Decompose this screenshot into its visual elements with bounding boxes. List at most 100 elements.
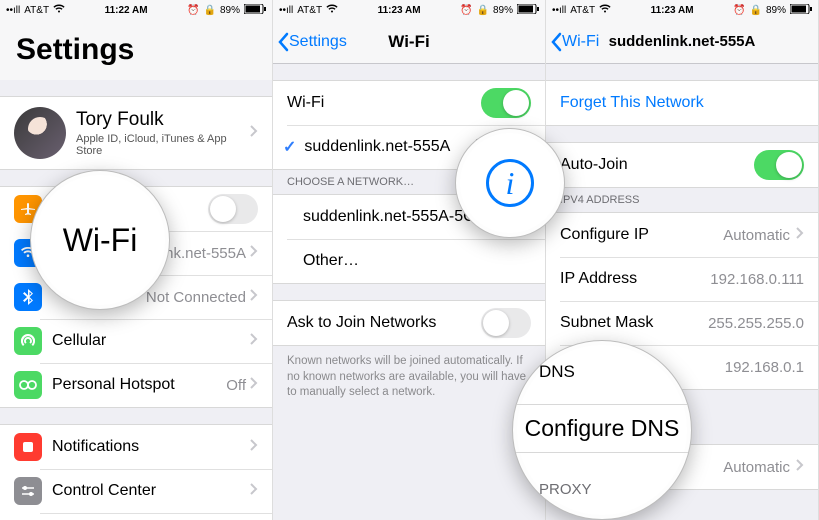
subnet-row: Subnet Mask 255.255.255.0 xyxy=(546,301,818,345)
chevron-right-icon xyxy=(796,458,804,476)
back-button[interactable]: Wi-Fi xyxy=(546,32,599,52)
ip-value: 192.168.0.111 xyxy=(710,271,804,288)
configure-dns-value: Automatic xyxy=(723,459,790,476)
subnet-value: 255.255.255.0 xyxy=(708,315,804,332)
lock-orientation-icon: 🔒 xyxy=(477,5,489,16)
status-bar: ••ıll AT&T 11:23 AM ⏰ 🔒 89% xyxy=(273,0,545,20)
apple-id-row[interactable]: Tory Foulk Apple ID, iCloud, iTunes & Ap… xyxy=(0,97,272,169)
wifi-toggle[interactable] xyxy=(481,88,531,118)
autojoin-row[interactable]: Auto-Join xyxy=(546,143,818,187)
nav-header: Settings Wi-Fi xyxy=(273,20,545,64)
cellular-icon xyxy=(14,327,42,355)
hotspot-value: Off xyxy=(226,377,246,394)
battery-icon xyxy=(244,4,266,17)
chevron-right-icon xyxy=(250,482,258,500)
autojoin-toggle[interactable] xyxy=(754,150,804,180)
magnifier-info: i xyxy=(455,128,565,238)
bluetooth-value: Not Connected xyxy=(146,289,246,306)
page-title: Settings xyxy=(0,33,134,67)
configure-ip-label: Configure IP xyxy=(560,226,723,244)
checkmark-icon: ✓ xyxy=(283,137,296,157)
hotspot-label: Personal Hotspot xyxy=(52,376,226,394)
profile-name: Tory Foulk xyxy=(76,109,250,131)
configure-ip-value: Automatic xyxy=(723,227,790,244)
chevron-right-icon xyxy=(250,124,258,142)
wifi-toggle-row[interactable]: Wi-Fi xyxy=(273,81,545,125)
nav-header: Wi-Fi suddenlink.net-555A xyxy=(546,20,818,64)
ask-to-join-row[interactable]: Ask to Join Networks xyxy=(273,301,545,345)
hotspot-icon xyxy=(14,371,42,399)
battery-icon xyxy=(790,4,812,17)
chevron-right-icon xyxy=(250,288,258,306)
bluetooth-icon xyxy=(14,283,42,311)
forget-network-row[interactable]: Forget This Network xyxy=(546,81,818,125)
hotspot-row[interactable]: Personal Hotspot Off xyxy=(0,363,272,407)
dnd-row[interactable]: Do Not Disturb xyxy=(0,513,272,520)
wifi-panel: ••ıll AT&T 11:23 AM ⏰ 🔒 89% Settings Wi-… xyxy=(273,0,546,520)
wifi-toggle-label: Wi-Fi xyxy=(287,94,481,112)
time-label: 11:23 AM xyxy=(651,5,694,16)
router-value: 192.168.0.1 xyxy=(725,359,804,376)
battery-label: 89% xyxy=(766,5,786,16)
carrier-label: AT&T xyxy=(570,5,595,16)
cellular-row[interactable]: Cellular xyxy=(0,319,272,363)
ip-address-row: IP Address 192.168.0.111 xyxy=(546,257,818,301)
connected-network-label: suddenlink.net-555A xyxy=(304,138,473,156)
signal-icon: ••ıll xyxy=(279,5,293,16)
ip-label: IP Address xyxy=(560,270,710,288)
airplane-toggle[interactable] xyxy=(208,194,258,224)
profile-subtitle: Apple ID, iCloud, iTunes & App Store xyxy=(76,133,250,157)
back-label: Settings xyxy=(289,33,347,51)
battery-icon xyxy=(517,4,539,17)
wifi-status-icon xyxy=(599,4,611,16)
forget-label: Forget This Network xyxy=(560,94,804,112)
status-bar: ••ıll AT&T 11:22 AM ⏰ 🔒 89% xyxy=(0,0,272,20)
alarm-icon: ⏰ xyxy=(460,5,472,16)
lock-orientation-icon: 🔒 xyxy=(204,5,216,16)
carrier-label: AT&T xyxy=(24,5,49,16)
magnifier-dns-header: DNS xyxy=(539,362,575,382)
magnifier-proxy-header: PROXY xyxy=(539,481,592,498)
control-center-row[interactable]: Control Center xyxy=(0,469,272,513)
nav-header: Settings xyxy=(0,20,272,80)
status-bar: ••ıll AT&T 11:23 AM ⏰ 🔒 89% xyxy=(546,0,818,20)
battery-label: 89% xyxy=(220,5,240,16)
alarm-icon: ⏰ xyxy=(187,5,199,16)
alarm-icon: ⏰ xyxy=(733,5,745,16)
notifications-icon xyxy=(14,433,42,461)
back-label: Wi-Fi xyxy=(562,33,599,51)
cellular-label: Cellular xyxy=(52,332,250,350)
back-button[interactable]: Settings xyxy=(273,32,347,52)
magnifier-dns: DNS Configure DNS PROXY xyxy=(512,340,692,520)
chevron-right-icon xyxy=(796,226,804,244)
wifi-status-icon xyxy=(53,4,65,16)
autojoin-label: Auto-Join xyxy=(560,156,754,174)
lock-orientation-icon: 🔒 xyxy=(750,5,762,16)
chevron-right-icon xyxy=(250,244,258,262)
ask-footer: Known networks will be joined automatica… xyxy=(273,346,545,409)
magnifier-wifi-text: Wi-Fi xyxy=(63,222,138,259)
notifications-label: Notifications xyxy=(52,438,250,456)
time-label: 11:22 AM xyxy=(105,5,148,16)
other-label: Other… xyxy=(303,252,531,270)
magnifier-dns-text: Configure DNS xyxy=(525,415,680,442)
ask-toggle[interactable] xyxy=(481,308,531,338)
signal-icon: ••ıll xyxy=(6,5,20,16)
control-center-label: Control Center xyxy=(52,482,250,500)
subnet-label: Subnet Mask xyxy=(560,314,708,332)
magnifier-wifi: Wi-Fi xyxy=(30,170,170,310)
ask-label: Ask to Join Networks xyxy=(287,314,481,332)
ipv4-header: IPV4 Address xyxy=(546,188,818,212)
control-center-icon xyxy=(14,477,42,505)
wifi-status-icon xyxy=(326,4,338,16)
info-icon: i xyxy=(486,159,534,207)
avatar xyxy=(14,107,66,159)
signal-icon: ••ıll xyxy=(552,5,566,16)
notifications-row[interactable]: Notifications xyxy=(0,425,272,469)
other-row[interactable]: Other… xyxy=(273,239,545,283)
carrier-label: AT&T xyxy=(297,5,322,16)
configure-ip-row[interactable]: Configure IP Automatic xyxy=(546,213,818,257)
battery-label: 89% xyxy=(493,5,513,16)
chevron-right-icon xyxy=(250,438,258,456)
time-label: 11:23 AM xyxy=(378,5,421,16)
